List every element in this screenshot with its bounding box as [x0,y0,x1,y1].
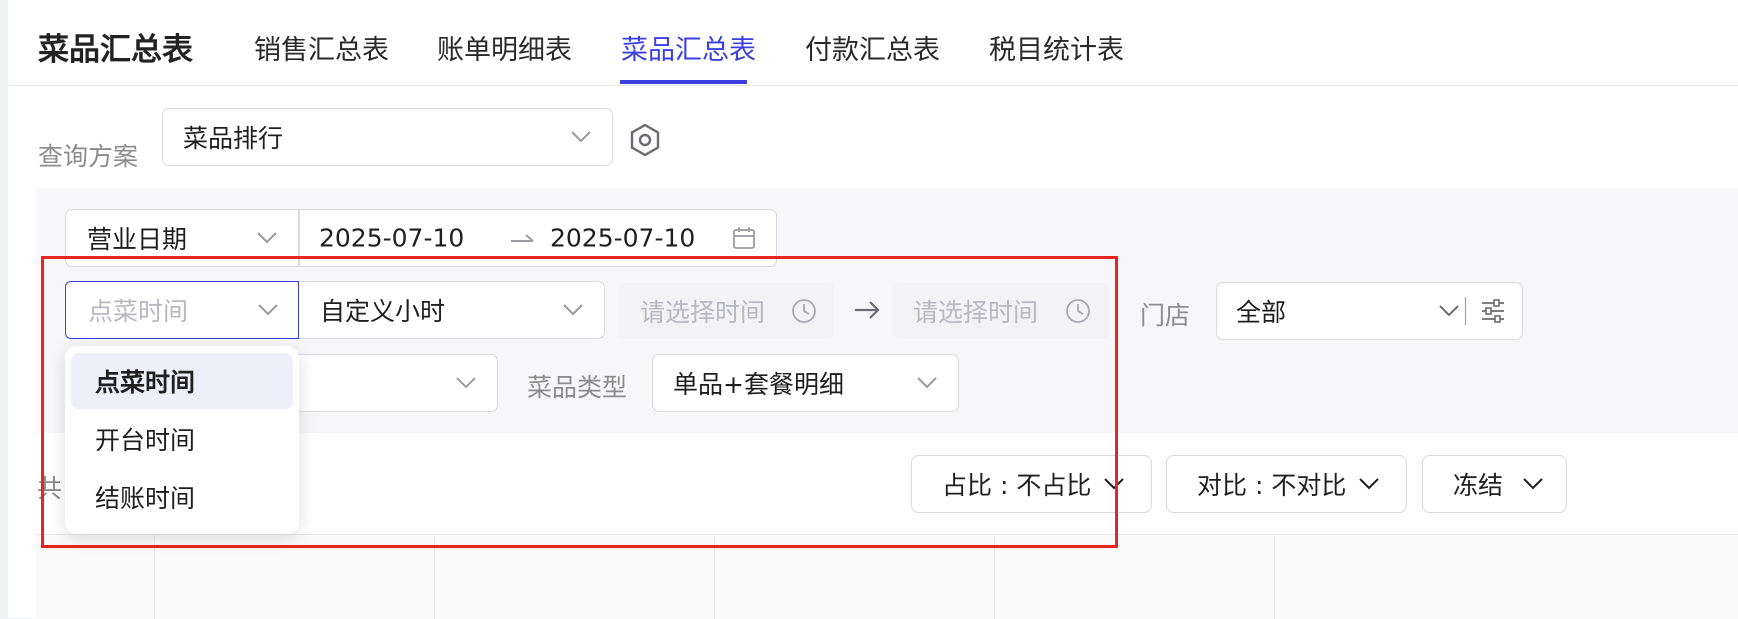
query-scheme-value: 菜品排行 [183,124,284,153]
tab-dish-summary[interactable]: 菜品汇总表 [621,28,756,67]
option-label: 点菜时间 [95,368,196,397]
time-end-input: 请选择时间 [893,283,1109,339]
arrow-right-icon [855,301,880,319]
compare-button-label: 对比 : 不对比 [1197,471,1347,500]
time-end-placeholder: 请选择时间 [913,298,1039,327]
store-select[interactable]: 全部 [1216,282,1523,340]
time-type-select[interactable]: 点菜时间 [65,281,299,339]
settings-icon[interactable] [629,123,661,157]
chevron-down-icon [563,304,583,316]
tab-tax-statistics[interactable]: 税目统计表 [989,28,1124,67]
clock-icon [792,299,816,323]
time-range-mode-value: 自定义小时 [320,297,446,326]
dish-type-label: 菜品类型 [527,373,628,402]
chevron-down-icon [1359,478,1379,490]
top-navigation: 菜品汇总表 销售汇总表 账单明细表 菜品汇总表 付款汇总表 税目统计表 [8,0,1738,86]
ratio-button-label: 占比 : 不占比 [942,471,1092,500]
date-type-select[interactable]: 营业日期 [66,210,298,266]
chevron-down-icon [1104,478,1124,490]
date-range-picker[interactable]: 2025-07-10 2025-07-10 [300,210,776,266]
store-label: 门店 [1140,301,1191,330]
calendar-icon [733,227,755,249]
chevron-down-icon [1439,305,1459,317]
time-type-placeholder: 点菜时间 [88,297,189,326]
column-divider [154,535,155,619]
time-range-mode-select[interactable]: 自定义小时 [300,282,604,338]
chevron-down-icon [571,131,591,143]
chevron-down-icon [258,304,278,316]
date-end-input[interactable]: 2025-07-10 [550,224,695,253]
table-header [36,534,1738,619]
column-divider [434,535,435,619]
query-scheme-label: 查询方案 [38,142,139,171]
option-label: 结账时间 [95,484,196,513]
dropdown-option-order-time[interactable]: 点菜时间 [71,353,293,409]
dropdown-option-open-table-time[interactable]: 开台时间 [71,411,293,467]
store-value: 全部 [1236,298,1287,327]
tab-bill-details[interactable]: 账单明细表 [437,28,572,67]
active-tab-indicator [620,80,747,84]
divider [1464,297,1466,325]
date-type-value: 营业日期 [87,225,188,254]
option-label: 开台时间 [95,426,196,455]
column-divider [994,535,995,619]
chevron-down-icon [1523,478,1543,490]
chevron-down-icon [917,377,937,389]
time-type-dropdown-menu: 点菜时间 开台时间 结账时间 [65,346,299,534]
date-start-input[interactable]: 2025-07-10 [319,224,464,253]
ratio-dropdown-button[interactable]: 占比 : 不占比 [911,455,1152,513]
chevron-down-icon [456,377,476,389]
time-start-placeholder: 请选择时间 [640,298,766,327]
compare-dropdown-button[interactable]: 对比 : 不对比 [1166,455,1407,513]
query-scheme-select[interactable]: 菜品排行 [162,108,613,166]
dropdown-option-checkout-time[interactable]: 结账时间 [71,469,293,525]
column-divider [714,535,715,619]
page: 菜品汇总表 销售汇总表 账单明细表 菜品汇总表 付款汇总表 税目统计表 查询方案… [8,0,1738,619]
chevron-down-icon [257,232,277,244]
clock-icon [1066,299,1090,323]
tab-payment-summary[interactable]: 付款汇总表 [805,28,940,67]
column-divider [1274,535,1275,619]
filter-sliders-icon[interactable] [1480,298,1506,324]
time-start-input: 请选择时间 [618,283,834,339]
range-arrow-icon [511,234,534,242]
total-count-label: 共 [37,474,63,503]
dish-type-value: 单品+套餐明细 [673,370,844,399]
freeze-dropdown-button[interactable]: 冻结 [1422,455,1567,513]
freeze-button-label: 冻结 [1453,471,1504,500]
tab-sales-summary[interactable]: 销售汇总表 [254,28,389,67]
dish-type-select[interactable]: 单品+套餐明细 [652,354,959,412]
page-title: 菜品汇总表 [38,32,193,68]
